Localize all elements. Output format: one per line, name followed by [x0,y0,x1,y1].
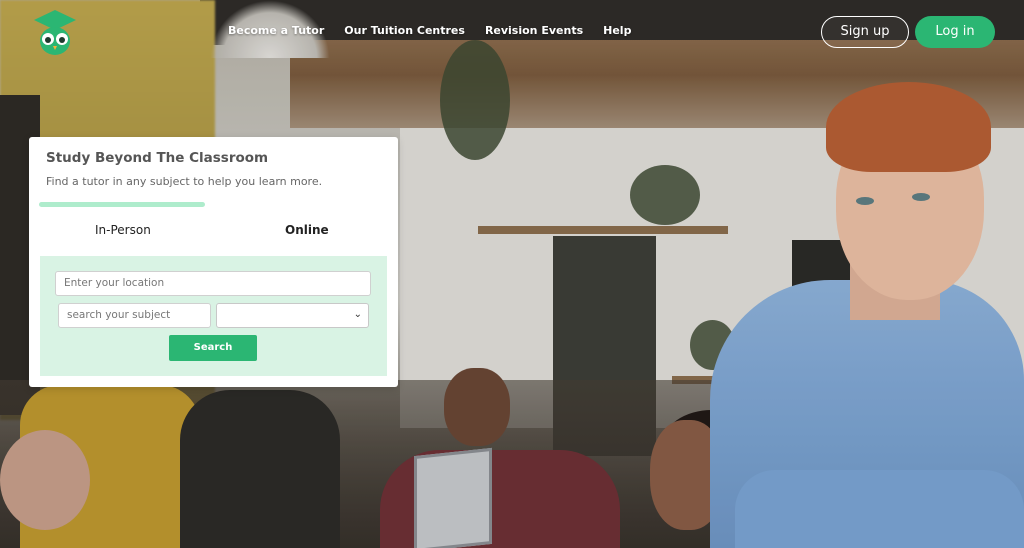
card-title: Study Beyond The Classroom [46,150,269,166]
nav-link-tuition-centres[interactable]: Our Tuition Centres [344,24,465,37]
owl-graduation-cap-icon[interactable] [32,8,78,56]
chevron-down-icon: ⌄ [353,309,362,320]
active-tab-indicator [39,202,205,207]
tab-online[interactable]: Online [285,223,329,237]
top-nav: Become a Tutor Our Tuition Centres Revis… [0,0,1024,64]
level-select[interactable]: ⌄ [216,303,369,328]
login-button[interactable]: Log in [915,16,995,48]
tab-in-person[interactable]: In-Person [95,223,151,237]
nav-link-help[interactable]: Help [603,24,631,37]
search-form-panel: Enter your location search your subject … [40,256,387,376]
subject-input[interactable]: search your subject [58,303,211,328]
location-input[interactable]: Enter your location [55,271,371,296]
signup-button[interactable]: Sign up [821,16,909,48]
search-button[interactable]: Search [169,335,257,361]
nav-link-become-tutor[interactable]: Become a Tutor [228,24,324,37]
main-nav-links: Become a Tutor Our Tuition Centres Revis… [228,24,631,37]
tutor-search-card: Study Beyond The Classroom Find a tutor … [29,137,398,387]
nav-link-revision-events[interactable]: Revision Events [485,24,583,37]
card-subtitle: Find a tutor in any subject to help you … [46,175,323,188]
